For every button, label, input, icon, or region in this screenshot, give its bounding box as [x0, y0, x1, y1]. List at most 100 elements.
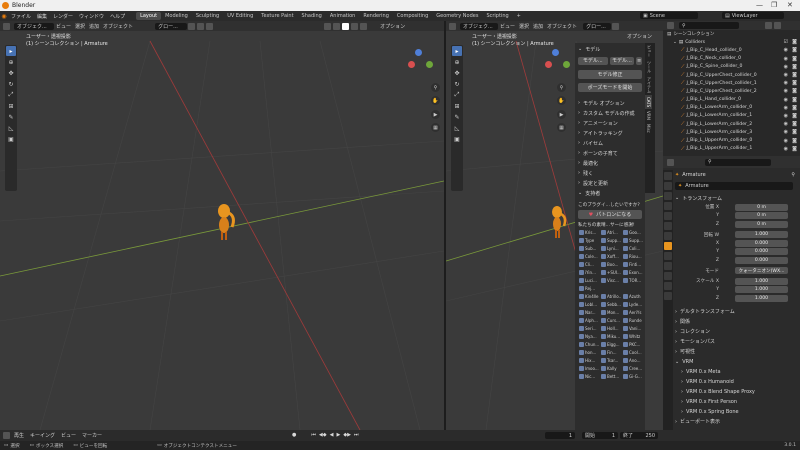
camera-view-icon[interactable]: ▶ — [431, 110, 440, 119]
transform-tool-icon[interactable]: ⊞ — [452, 101, 462, 111]
field-value-input[interactable]: 0 m — [735, 212, 788, 220]
supporter-item[interactable]: Supp... — [601, 237, 621, 244]
add-cube-tool-icon[interactable]: ▣ — [6, 134, 16, 144]
visibility-eye-icon[interactable]: ◉ — [784, 121, 788, 127]
zoom-icon[interactable]: ⚲ — [557, 83, 566, 92]
tab-rendering[interactable]: Rendering — [359, 12, 393, 20]
navigation-gizmo[interactable] — [406, 49, 436, 79]
supporter-item[interactable]: Supp... — [623, 237, 643, 244]
render-camera-icon[interactable]: ◙ — [792, 121, 797, 127]
outliner-item[interactable]: ⟋ J_Bip_C_UpperChest_collider_0 ◉ ◙ — [663, 71, 800, 79]
start-frame-field[interactable]: 開始 1 — [582, 432, 618, 439]
menu-keying[interactable]: キーイング — [27, 432, 58, 439]
menu-edit[interactable]: 編集 — [34, 13, 50, 20]
render-camera-icon[interactable]: ◙ — [792, 80, 797, 86]
proportional-icon[interactable] — [206, 22, 214, 30]
supporter-item[interactable]: Luci... — [579, 277, 599, 284]
supporter-item[interactable]: Mon... — [601, 309, 621, 316]
rotate-tool-icon[interactable]: ↻ — [6, 79, 16, 89]
pan-hand-icon[interactable]: ✋ — [431, 96, 440, 105]
supporter-item[interactable]: Kin4lle — [579, 293, 599, 300]
ortho-toggle-icon[interactable]: ▦ — [431, 123, 440, 132]
field-value-input[interactable]: 1.000 — [735, 231, 788, 239]
options-button[interactable]: オプション — [627, 33, 652, 40]
supporter-item[interactable]: Cli... — [579, 261, 599, 268]
measure-tool-icon[interactable]: ◺ — [452, 123, 462, 133]
view-layer-tab-icon[interactable] — [664, 202, 672, 210]
physics-tab-icon[interactable] — [664, 262, 672, 270]
render-camera-icon[interactable]: ◙ — [792, 97, 797, 103]
editor-type-icon[interactable] — [667, 22, 674, 29]
editor-type-icon[interactable] — [3, 432, 10, 439]
outliner-search[interactable]: ⚲ — [679, 22, 739, 29]
annotate-tool-icon[interactable]: ✎ — [6, 112, 16, 122]
constraint-tab-icon[interactable] — [664, 272, 672, 280]
properties-section[interactable]: › モーションパス — [675, 337, 799, 347]
supporter-item[interactable]: +SUI... — [601, 269, 621, 276]
outliner-item[interactable]: ⟋ J_Bip_C_Spine_collider_0 ◉ ◙ — [663, 63, 800, 71]
menu-object[interactable]: オブジェクト — [101, 23, 135, 30]
editor-type-icon[interactable] — [667, 158, 674, 166]
menu-add[interactable]: 追加 — [531, 23, 545, 30]
supporter-item[interactable]: Hix... — [579, 357, 599, 364]
section-animation[interactable]: › アニメーション — [575, 118, 645, 128]
play-reverse-icon[interactable]: ◀ — [330, 432, 334, 438]
outliner-item[interactable]: ⟋ J_Bip_L_UpperArm_collider_1 ◉ ◙ — [663, 145, 800, 153]
visibility-eye-icon[interactable]: ◉ — [784, 129, 788, 135]
supporter-item[interactable]: Runde — [623, 317, 643, 324]
output-tab-icon[interactable] — [664, 192, 672, 200]
scene-selector[interactable]: ▣ Scene — [640, 12, 698, 19]
supporter-item[interactable]: TOR... — [623, 277, 643, 284]
object-name-field[interactable]: ✦ Armature — [675, 182, 793, 190]
visibility-eye-icon[interactable]: ◉ — [784, 138, 788, 144]
play-icon[interactable]: ▶ — [336, 432, 340, 438]
blender-menu-icon[interactable]: ◉ — [0, 13, 8, 20]
transform-tool-icon[interactable]: ⊞ — [6, 101, 16, 111]
render-camera-icon[interactable]: ◙ — [792, 88, 797, 94]
new-collection-icon[interactable] — [774, 22, 781, 29]
supporter-item[interactable]: Miku... — [601, 333, 621, 340]
supporter-item[interactable]: PKC... — [623, 341, 643, 348]
scale-tool-icon[interactable]: ⤢ — [6, 90, 16, 100]
prev-key-icon[interactable]: ◀◆ — [319, 432, 327, 438]
supporter-item[interactable]: iYin... — [579, 269, 599, 276]
properties-section[interactable]: › 関係 — [675, 317, 799, 327]
pivot-icon[interactable] — [188, 22, 196, 30]
gizmo-z-axis[interactable] — [415, 49, 422, 56]
outliner-item[interactable]: ⟋ J_Bip_L_LowerArm_collider_2 ◉ ◙ — [663, 120, 800, 128]
supporter-item[interactable]: Sub... — [579, 245, 599, 252]
gizmo-z-axis[interactable] — [552, 49, 559, 56]
close-button[interactable]: ✕ — [787, 1, 793, 9]
tab-compositing[interactable]: Compositing — [393, 12, 432, 20]
field-value-input[interactable]: 0.000 — [735, 256, 788, 264]
supporter-item[interactable]: Kris... — [579, 229, 599, 236]
vrm-subsection[interactable]: › VRM 0.x First Person — [675, 397, 799, 407]
current-frame-field[interactable]: 1 — [545, 432, 575, 439]
supporter-item[interactable]: Curs... — [601, 317, 621, 324]
render-camera-icon[interactable]: ◙ — [792, 47, 797, 53]
section-eye-tracking[interactable]: › アイトラッキング — [575, 128, 645, 138]
field-value-input[interactable]: 0.000 — [735, 248, 788, 256]
collection-tab-icon[interactable] — [664, 232, 672, 240]
maximize-button[interactable]: ❐ — [771, 1, 777, 9]
model-button-1[interactable]: モデル... — [578, 56, 608, 65]
model-section-header[interactable]: ⌄ モデル — [575, 43, 645, 55]
menu-marker[interactable]: マーカー — [79, 432, 105, 439]
model-menu-icon[interactable]: ≡ — [636, 56, 643, 65]
supporter-item[interactable]: Nar... — [579, 309, 599, 316]
section-visemes[interactable]: › バイセム — [575, 138, 645, 148]
menu-window[interactable]: ウィンドウ — [76, 13, 107, 20]
render-camera-icon[interactable]: ◙ — [792, 146, 797, 152]
supporter-item[interactable]: Lyde... — [623, 301, 643, 308]
field-value-input[interactable]: 1.000 — [735, 294, 788, 302]
outliner-item[interactable]: ⟋ J_Bip_L_LowerArm_collider_1 ◉ ◙ — [663, 112, 800, 120]
gizmo-x-axis[interactable] — [545, 61, 552, 68]
menu-select[interactable]: 選択 — [517, 23, 531, 30]
snap-icon[interactable] — [197, 22, 205, 30]
select-tool-icon[interactable]: ▸ — [452, 46, 462, 56]
editor-type-icon[interactable] — [449, 22, 456, 30]
section-custom-model[interactable]: › カスタム モデルの作成 — [575, 108, 645, 118]
add-workspace-button[interactable]: + — [513, 12, 525, 20]
supporter-item[interactable]: Nic... — [579, 373, 599, 380]
tool-tab-icon[interactable] — [664, 172, 672, 180]
